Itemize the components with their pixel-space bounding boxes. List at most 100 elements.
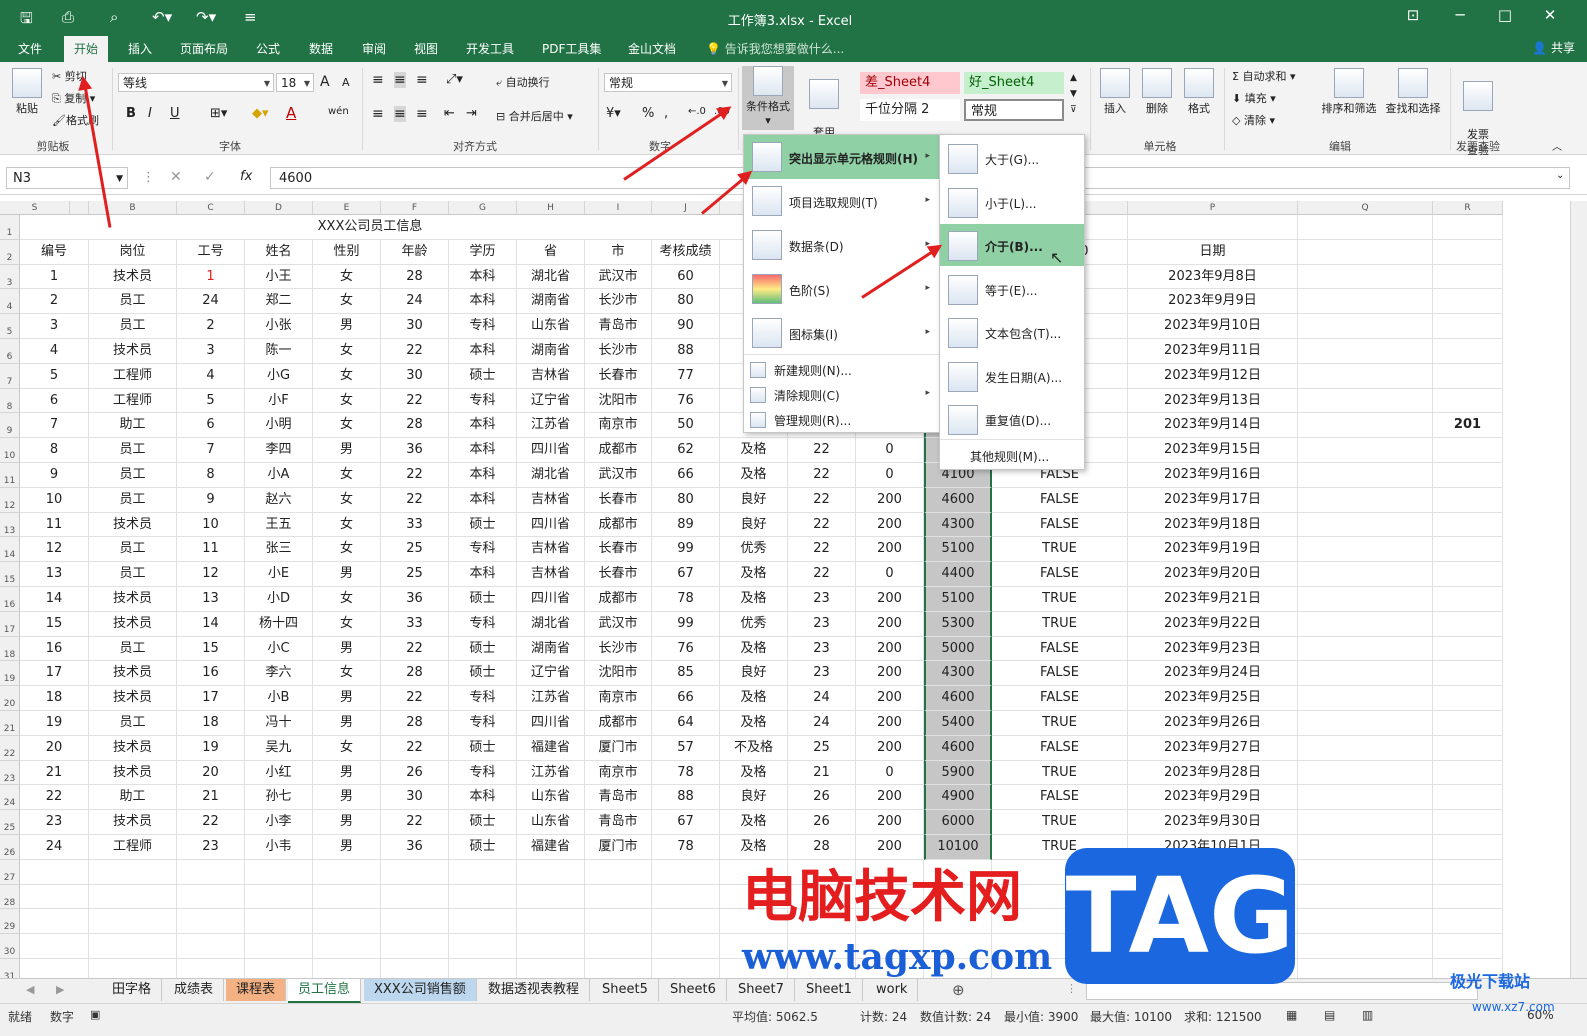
grid-cell[interactable]: [1298, 463, 1433, 488]
date-cell[interactable]: 2023年9月10日: [1128, 314, 1298, 339]
data-cell-selected[interactable]: 5400: [924, 711, 992, 736]
data-cell-selected[interactable]: 5300: [924, 611, 992, 637]
data-cell[interactable]: 36: [381, 835, 449, 860]
grid-cell[interactable]: [1298, 239, 1433, 265]
increase-decimal-icon[interactable]: ←.0: [688, 106, 706, 117]
grid-cell[interactable]: [1128, 215, 1298, 240]
sheet-tab[interactable]: 数据透视表教程: [478, 979, 591, 1001]
date-cell[interactable]: 2023年9月29日: [1128, 785, 1298, 811]
row-header[interactable]: 24: [0, 785, 20, 811]
data-cell[interactable]: 76: [652, 636, 720, 662]
sheet-tab[interactable]: Sheet1: [796, 979, 863, 1001]
submenu-duplicate-values[interactable]: 重复值(D)...: [940, 398, 1084, 440]
data-cell[interactable]: 武汉市: [585, 611, 652, 637]
data-cell[interactable]: 技术员: [89, 512, 177, 538]
data-cell[interactable]: 24: [381, 289, 449, 315]
data-cell[interactable]: 0: [856, 562, 924, 587]
data-cell[interactable]: 江苏省: [517, 413, 585, 439]
orientation-icon[interactable]: ⤢▾: [446, 72, 463, 87]
column-header[interactable]: I: [585, 201, 652, 215]
data-cell[interactable]: 青岛市: [585, 314, 652, 339]
data-cell[interactable]: 26: [788, 785, 856, 811]
data-cell[interactable]: 30: [381, 314, 449, 339]
data-cell[interactable]: 成都市: [585, 512, 652, 538]
data-cell[interactable]: 200: [856, 512, 924, 538]
grid-cell[interactable]: [313, 884, 381, 910]
grid-cell[interactable]: [1298, 884, 1433, 910]
grid-cell[interactable]: [1298, 810, 1433, 835]
grid-cell[interactable]: [1433, 760, 1503, 786]
data-cell[interactable]: 18: [20, 686, 89, 711]
grid-cell[interactable]: [1433, 909, 1503, 935]
grid-cell[interactable]: [1433, 314, 1503, 339]
column-header[interactable]: B: [89, 201, 177, 215]
data-cell[interactable]: 男: [313, 438, 381, 463]
data-cell[interactable]: 小C: [245, 636, 313, 662]
data-cell[interactable]: 99: [652, 537, 720, 563]
data-cell[interactable]: 66: [652, 463, 720, 488]
row-header[interactable]: 1: [0, 215, 20, 240]
data-cell[interactable]: 200: [856, 810, 924, 835]
data-cell[interactable]: 技术员: [89, 611, 177, 637]
data-cell[interactable]: 四川省: [517, 711, 585, 736]
insert-function-button[interactable]: fx: [240, 169, 252, 184]
grid-cell[interactable]: [1298, 686, 1433, 711]
data-cell[interactable]: 6: [20, 388, 89, 414]
date-cell[interactable]: 2023年9月24日: [1128, 661, 1298, 687]
tab-developer[interactable]: 开发工具: [466, 40, 514, 57]
data-cell[interactable]: 良好: [720, 785, 788, 811]
number-format-select[interactable]: 常规 ▼: [604, 73, 732, 92]
data-cell[interactable]: 小F: [245, 388, 313, 414]
undo-icon[interactable]: ↶▾: [152, 8, 172, 26]
data-cell[interactable]: 福建省: [517, 835, 585, 860]
grid-cell[interactable]: [177, 859, 245, 885]
row-header[interactable]: 21: [0, 711, 20, 736]
sheet-tab[interactable]: XXX公司销售额: [364, 979, 477, 1001]
row-header[interactable]: 8: [0, 388, 20, 414]
grid-cell[interactable]: [1298, 339, 1433, 364]
data-cell[interactable]: 硕士: [449, 363, 517, 389]
grid-cell[interactable]: [585, 884, 652, 910]
grow-font-button[interactable]: A: [320, 74, 330, 90]
data-cell[interactable]: 11: [177, 537, 245, 563]
data-cell[interactable]: FALSE: [992, 487, 1128, 513]
grid-cell[interactable]: [20, 884, 89, 910]
grid-cell[interactable]: [1298, 363, 1433, 389]
data-cell[interactable]: 28: [381, 661, 449, 687]
data-cell[interactable]: 员工: [89, 438, 177, 463]
data-cell-selected[interactable]: 4400: [924, 562, 992, 587]
fill-button[interactable]: ⬇ 填充 ▾: [1232, 90, 1276, 106]
grid-cell[interactable]: [1433, 686, 1503, 711]
data-cell[interactable]: 12: [20, 537, 89, 563]
submenu-equal-to[interactable]: 等于(E)...: [940, 268, 1084, 310]
data-cell[interactable]: 19: [177, 735, 245, 761]
data-cell[interactable]: 22: [381, 686, 449, 711]
data-cell[interactable]: 25: [381, 537, 449, 563]
data-cell[interactable]: 1: [177, 264, 245, 290]
data-cell[interactable]: 小张: [245, 314, 313, 339]
data-cell[interactable]: FALSE: [992, 661, 1128, 687]
data-cell[interactable]: 硕士: [449, 735, 517, 761]
data-cell[interactable]: FALSE: [992, 785, 1128, 811]
data-cell[interactable]: 16: [20, 636, 89, 662]
data-cell[interactable]: FALSE: [992, 562, 1128, 587]
date-cell[interactable]: 2023年9月21日: [1128, 587, 1298, 612]
data-cell[interactable]: 1: [20, 264, 89, 290]
data-cell-selected[interactable]: 5100: [924, 537, 992, 563]
grid-cell[interactable]: [1298, 785, 1433, 811]
data-cell[interactable]: 工程师: [89, 835, 177, 860]
currency-icon[interactable]: ¥▾: [606, 106, 621, 121]
data-cell[interactable]: 66: [652, 686, 720, 711]
data-cell[interactable]: 湖南省: [517, 339, 585, 364]
data-cell[interactable]: 吉林省: [517, 487, 585, 513]
data-cell[interactable]: 23: [20, 810, 89, 835]
data-cell[interactable]: 22: [788, 463, 856, 488]
data-cell[interactable]: 不及格: [720, 735, 788, 761]
data-cell[interactable]: 员工: [89, 537, 177, 563]
data-cell[interactable]: 硕士: [449, 835, 517, 860]
grid-cell[interactable]: [1298, 735, 1433, 761]
data-cell[interactable]: 青岛市: [585, 785, 652, 811]
data-cell-selected[interactable]: 6000: [924, 810, 992, 835]
data-cell[interactable]: 男: [313, 785, 381, 811]
menu-manage-rules[interactable]: 管理规则(R)...: [744, 407, 940, 431]
